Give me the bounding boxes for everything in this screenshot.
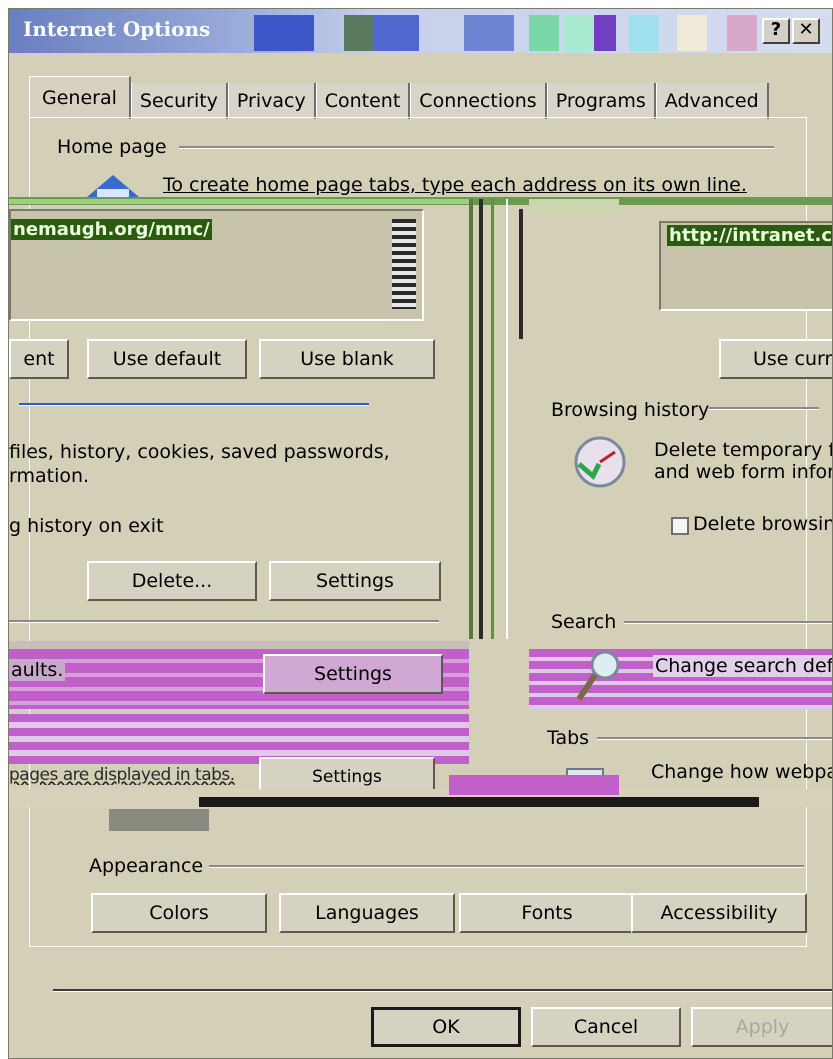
title-bar: Internet Options ? ✕ bbox=[9, 9, 832, 53]
scrollbar[interactable] bbox=[392, 219, 416, 309]
tab-connections[interactable]: Connections bbox=[410, 83, 547, 119]
search-text-left: aults. bbox=[9, 659, 66, 681]
tab-strip: General Security Privacy Content Connect… bbox=[29, 76, 769, 119]
home-page-instruction: To create home page tabs, type each addr… bbox=[163, 174, 747, 196]
home-page-group-title: Home page bbox=[57, 136, 167, 158]
delete-on-exit-label-left: g history on exit bbox=[9, 515, 164, 537]
internet-options-dialog: Internet Options ? ✕ General Security Pr… bbox=[8, 8, 833, 1059]
delete-history-button[interactable]: Delete... bbox=[87, 561, 257, 601]
use-default-button[interactable]: Use default bbox=[87, 339, 247, 379]
tabs-text-left: pages are displayed in tabs. bbox=[9, 765, 235, 785]
tabs-text-right: Change how webpa bbox=[651, 761, 833, 783]
history-icon bbox=[569, 434, 631, 490]
browsing-history-text-right-2: and web form infor bbox=[654, 461, 833, 483]
fonts-button[interactable]: Fonts bbox=[459, 893, 635, 933]
use-current-button-cut[interactable]: ent bbox=[9, 339, 69, 379]
search-group-title: Search bbox=[551, 611, 617, 633]
home-page-address-box-left[interactable]: nemaugh.org/mmc/ bbox=[9, 209, 424, 321]
close-icon: ✕ bbox=[798, 19, 814, 40]
browsing-history-text-left-2: rmation. bbox=[9, 465, 90, 487]
tab-advanced[interactable]: Advanced bbox=[655, 83, 769, 119]
tab-security[interactable]: Security bbox=[130, 83, 228, 119]
history-settings-button[interactable]: Settings bbox=[269, 561, 441, 601]
tab-content[interactable]: Content bbox=[315, 83, 411, 119]
tabs-group-title: Tabs bbox=[547, 727, 590, 749]
appearance-group-title: Appearance bbox=[89, 855, 204, 877]
search-text-right: Change search def bbox=[653, 655, 832, 677]
search-magnifier-icon bbox=[575, 647, 625, 703]
house-icon bbox=[83, 169, 145, 199]
home-page-address-box-right[interactable]: http://intranet.co bbox=[659, 221, 832, 311]
browsing-history-text-left-1: files, history, cookies, saved passwords… bbox=[9, 441, 390, 463]
browsing-history-text-right-1: Delete temporary f bbox=[654, 439, 833, 461]
tab-programs[interactable]: Programs bbox=[546, 83, 656, 119]
tab-general[interactable]: General bbox=[29, 76, 131, 119]
tab-privacy[interactable]: Privacy bbox=[227, 83, 316, 119]
home-page-url-right: http://intranet.co bbox=[667, 225, 832, 246]
home-page-url-left: nemaugh.org/mmc/ bbox=[11, 219, 212, 240]
window-title: Internet Options bbox=[23, 17, 211, 41]
apply-button[interactable]: Apply bbox=[691, 1007, 832, 1047]
cancel-button[interactable]: Cancel bbox=[531, 1007, 681, 1047]
ok-button[interactable]: OK bbox=[371, 1007, 521, 1047]
languages-button[interactable]: Languages bbox=[279, 893, 455, 933]
browsing-history-title: Browsing history bbox=[551, 399, 710, 421]
delete-on-exit-checkbox[interactable] bbox=[671, 517, 689, 535]
colors-button[interactable]: Colors bbox=[91, 893, 267, 933]
search-settings-button[interactable]: Settings bbox=[263, 654, 443, 694]
use-current-button[interactable]: Use curre bbox=[719, 339, 832, 379]
help-button[interactable]: ? bbox=[762, 18, 790, 44]
delete-on-exit-label: Delete browsin bbox=[693, 513, 833, 535]
accessibility-button[interactable]: Accessibility bbox=[631, 893, 807, 933]
help-icon: ? bbox=[770, 19, 782, 40]
use-blank-button[interactable]: Use blank bbox=[259, 339, 435, 379]
close-button[interactable]: ✕ bbox=[792, 18, 820, 44]
